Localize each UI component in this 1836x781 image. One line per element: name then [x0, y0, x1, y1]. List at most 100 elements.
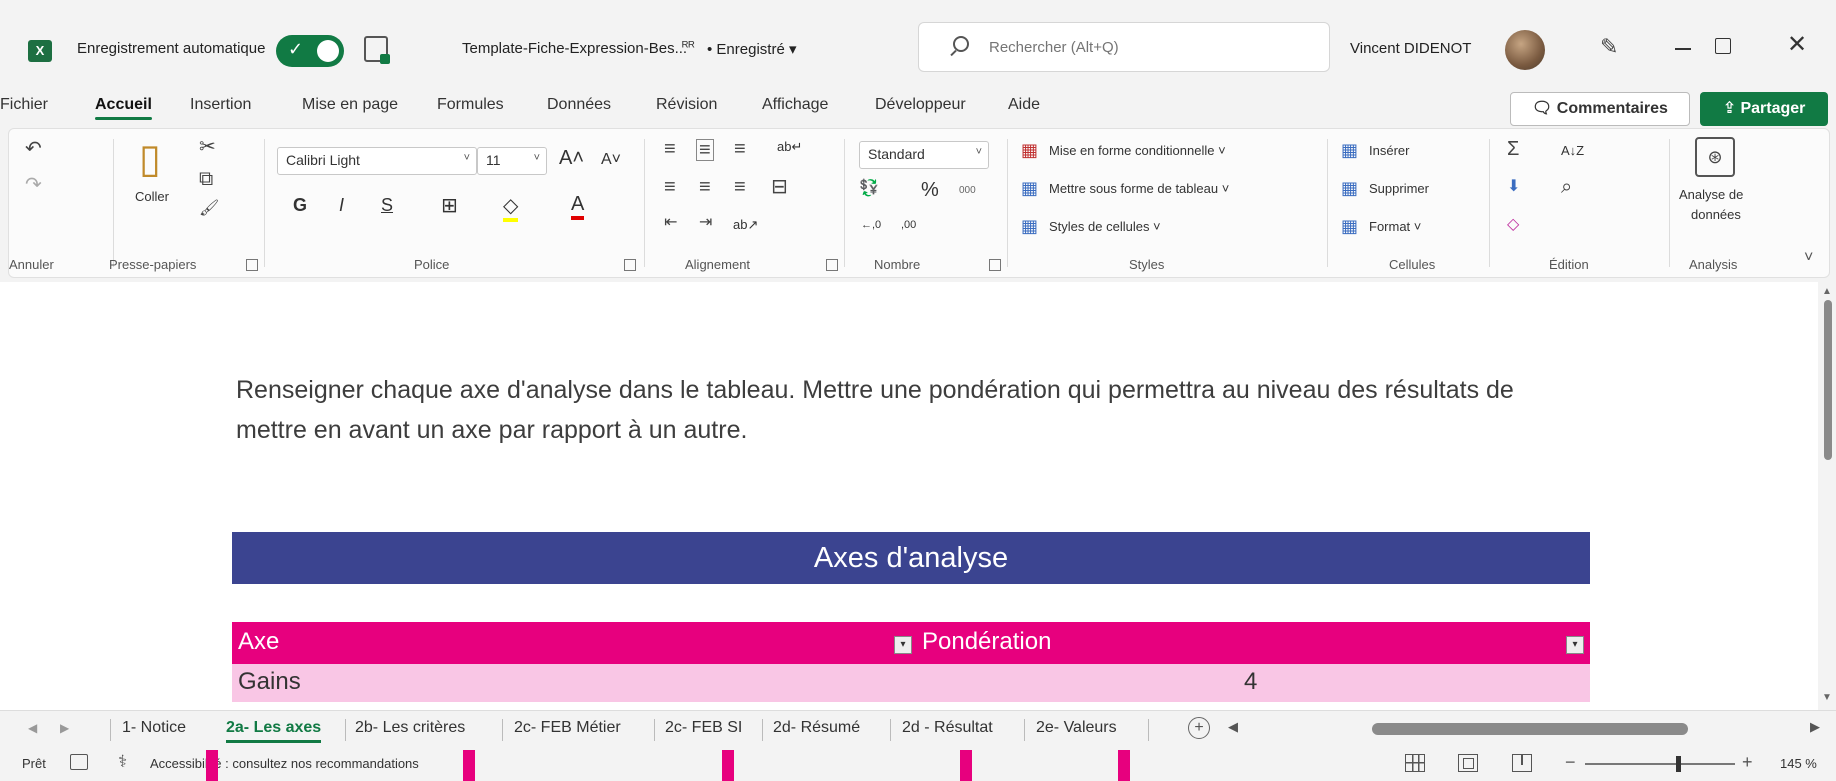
alignment-launcher-icon[interactable] — [826, 259, 838, 271]
indent-increase-icon[interactable]: ⇥ — [699, 215, 712, 231]
sort-filter-icon[interactable]: A↓Z — [1561, 143, 1584, 158]
header-ponderation[interactable]: Pondération — [922, 628, 1051, 656]
font-size-dropdown[interactable]: 11 ˅ — [477, 147, 547, 175]
format-cells-icon[interactable]: ▦ — [1341, 217, 1358, 235]
indent-decrease-icon[interactable]: ⇤ — [664, 215, 677, 231]
sheet-tab-feb-si[interactable]: 2c- FEB SI — [665, 717, 742, 739]
filter-dropdown-icon[interactable]: ▾ — [1566, 636, 1584, 654]
align-right-icon[interactable]: ≡ — [734, 177, 746, 197]
analyze-data-button[interactable]: Analyse de — [1679, 187, 1743, 202]
find-select-icon[interactable]: ⌕ — [1561, 177, 1572, 197]
scroll-thumb[interactable] — [1824, 300, 1832, 460]
format-cells-button[interactable]: Format ˅ — [1369, 219, 1421, 234]
paste-icon[interactable]: ▯ — [139, 139, 161, 179]
search-input[interactable] — [989, 35, 1309, 59]
minimize-button[interactable] — [1675, 48, 1691, 50]
macro-record-icon[interactable] — [70, 754, 88, 770]
number-format-dropdown[interactable]: Standard ˅ — [859, 141, 989, 169]
cut-icon[interactable]: ✂ — [199, 137, 216, 157]
tab-accueil[interactable]: Accueil — [95, 96, 152, 120]
horizontal-scroll-thumb[interactable] — [1372, 723, 1688, 735]
italic-button[interactable]: I — [339, 195, 344, 216]
scroll-down-icon[interactable]: ▼ — [1822, 692, 1832, 703]
conditional-format-icon[interactable]: ▦ — [1021, 141, 1038, 159]
clipboard-launcher-icon[interactable] — [246, 259, 258, 271]
percent-button[interactable]: % — [921, 179, 939, 202]
share-button[interactable]: ⇪ Partager — [1700, 92, 1828, 126]
sheet-tab-notice[interactable]: 1- Notice — [122, 717, 186, 739]
zoom-in-button[interactable]: + — [1742, 752, 1753, 773]
font-launcher-icon[interactable] — [624, 259, 636, 271]
increase-decimal-button[interactable]: ←,0 — [861, 219, 881, 231]
tab-affichage[interactable]: Affichage — [762, 96, 828, 114]
cell-styles-button[interactable]: Styles de cellules ˅ — [1049, 219, 1161, 234]
merge-icon[interactable]: ⊟ — [771, 177, 788, 197]
tab-prev-icon[interactable]: ◀ — [28, 721, 37, 735]
vertical-scrollbar[interactable]: ▲ ▼ — [1818, 282, 1836, 710]
instruction-text[interactable]: Renseigner chaque axe d'analyse dans le … — [236, 370, 1576, 450]
copy-icon[interactable]: ⧉ — [199, 169, 213, 189]
sheet-tab-valeurs[interactable]: 2e- Valeurs — [1036, 717, 1117, 739]
hscroll-left-icon[interactable]: ◀ — [1228, 719, 1238, 735]
zoom-level[interactable]: 145 % — [1780, 756, 1817, 771]
undo-icon[interactable]: ↶ — [25, 139, 42, 159]
insert-cells-button[interactable]: Insérer — [1369, 143, 1409, 158]
align-left-icon[interactable]: ≡ — [664, 177, 676, 197]
analyze-data-button-line2[interactable]: données — [1691, 207, 1741, 222]
autosum-icon[interactable]: Σ — [1507, 139, 1519, 159]
sheet-grid[interactable]: Renseigner chaque axe d'analyse dans le … — [0, 282, 1818, 710]
align-top-icon[interactable]: ≡ — [664, 139, 676, 159]
normal-view-icon[interactable] — [1405, 754, 1425, 772]
tab-next-icon[interactable]: ▶ — [60, 721, 69, 735]
conditional-format-button[interactable]: Mise en forme conditionnelle ˅ — [1049, 143, 1226, 158]
page-layout-view-icon[interactable] — [1458, 754, 1478, 772]
filter-dropdown-icon[interactable]: ▾ — [894, 636, 912, 654]
tab-developpeur[interactable]: Développeur — [875, 96, 966, 114]
delete-cells-button[interactable]: Supprimer — [1369, 181, 1429, 196]
header-axe[interactable]: Axe — [238, 628, 279, 656]
tab-fichier[interactable]: Fichier — [0, 96, 48, 114]
cell-axe[interactable]: Gains — [238, 668, 301, 696]
zoom-slider-track[interactable] — [1585, 763, 1735, 765]
sheet-tab-les-criteres[interactable]: 2b- Les critères — [355, 717, 465, 739]
thousands-separator-button[interactable]: 000 — [959, 185, 976, 196]
accessibility-status[interactable]: Accessibilité : consultez nos recommanda… — [150, 756, 419, 771]
align-middle-icon[interactable]: ≡ — [696, 139, 714, 161]
tab-mise-en-page[interactable]: Mise en page — [302, 96, 398, 114]
cell-ponderation[interactable]: 4 — [1244, 668, 1257, 696]
wrap-text-icon[interactable]: ab↵ — [777, 139, 802, 155]
axes-banner[interactable]: Axes d'analyse — [232, 532, 1590, 584]
close-button[interactable]: ✕ — [1787, 30, 1807, 59]
tab-aide[interactable]: Aide — [1008, 96, 1040, 114]
autosave-toggle[interactable]: ✓ — [276, 35, 344, 67]
decrease-decimal-button[interactable]: ,00 — [901, 219, 916, 231]
fill-color-icon[interactable]: ◇ — [503, 193, 519, 222]
font-color-icon[interactable]: A — [571, 193, 585, 220]
clear-icon[interactable]: ◇ — [1507, 217, 1519, 233]
zoom-out-button[interactable]: − — [1565, 752, 1576, 773]
document-title[interactable]: Template-Fiche-Expression-Bes... — [462, 40, 687, 57]
delete-cells-icon[interactable]: ▦ — [1341, 179, 1358, 197]
sheet-tab-resume[interactable]: 2d- Résumé — [773, 717, 860, 739]
tab-revision[interactable]: Révision — [656, 96, 717, 114]
orientation-icon[interactable]: ab↗ — [733, 217, 758, 233]
font-name-dropdown[interactable]: Calibri Light ˅ — [277, 147, 477, 175]
number-launcher-icon[interactable] — [989, 259, 1001, 271]
accessibility-icon[interactable]: ⚕ — [118, 752, 127, 772]
fill-icon[interactable]: ⬇ — [1507, 179, 1520, 195]
sheet-tab-les-axes[interactable]: 2a- Les axes — [226, 717, 322, 743]
redo-icon[interactable]: ↷ — [25, 175, 42, 195]
borders-icon[interactable]: ⊞ — [441, 193, 458, 218]
maximize-button[interactable] — [1715, 38, 1731, 54]
bold-button[interactable]: G — [293, 195, 307, 216]
saved-status[interactable]: • Enregistré ▾ — [707, 40, 796, 58]
tab-insertion[interactable]: Insertion — [190, 96, 251, 114]
sheet-tab-feb-metier[interactable]: 2c- FEB Métier — [514, 717, 621, 739]
align-center-icon[interactable]: ≡ — [699, 177, 711, 197]
comments-button[interactable]: 🗨 Commentaires — [1510, 92, 1690, 126]
insert-cells-icon[interactable]: ▦ — [1341, 141, 1358, 159]
underline-button[interactable]: S — [381, 195, 393, 216]
ribbon-collapse-icon[interactable]: ˅ — [1804, 249, 1813, 267]
search-box[interactable] — [918, 22, 1330, 72]
align-bottom-icon[interactable]: ≡ — [734, 139, 746, 159]
